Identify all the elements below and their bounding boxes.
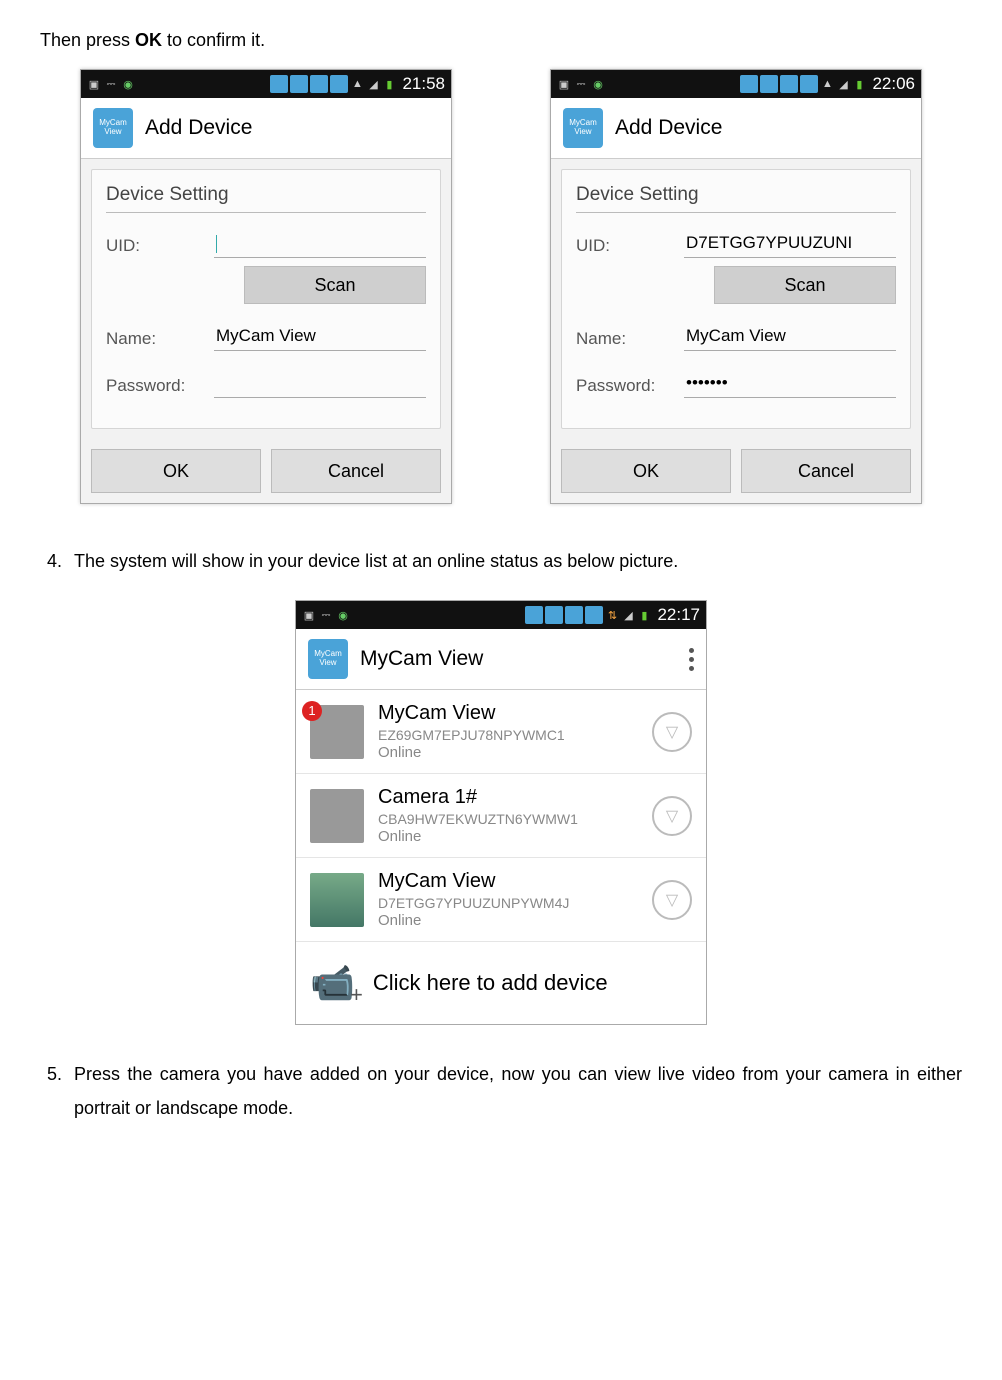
data-icon: ⇅ bbox=[605, 608, 619, 622]
add-device-label: Click here to add device bbox=[373, 970, 608, 996]
password-label: Password: bbox=[106, 376, 200, 396]
camera-thumbnail bbox=[310, 789, 364, 843]
add-device-row[interactable]: 📹+ Click here to add device bbox=[296, 942, 706, 1024]
status-time: 21:58 bbox=[402, 74, 445, 94]
expand-icon[interactable]: ▽ bbox=[652, 880, 692, 920]
device-name: MyCam View bbox=[378, 870, 638, 893]
status-time: 22:17 bbox=[657, 605, 700, 625]
ok-button[interactable]: OK bbox=[561, 449, 731, 493]
expand-icon: ▣ bbox=[302, 608, 316, 622]
cancel-button[interactable]: Cancel bbox=[271, 449, 441, 493]
recent-apps bbox=[270, 75, 348, 93]
name-label: Name: bbox=[106, 329, 200, 349]
device-name: MyCam View bbox=[378, 702, 638, 725]
title-bar: MyCamView Add Device bbox=[551, 98, 921, 159]
status-time: 22:06 bbox=[872, 74, 915, 94]
password-input[interactable]: ••••••• bbox=[684, 373, 896, 398]
device-row[interactable]: MyCam View D7ETGG7YPUUZUNPYWM4J Online ▽ bbox=[296, 858, 706, 942]
device-setting-panel: Device Setting UID: D7ETGG7YPUUZUNI Scan… bbox=[561, 169, 911, 429]
usb-icon: ⎓ bbox=[104, 77, 118, 91]
wifi-icon: ▲ bbox=[820, 77, 834, 91]
expand-icon: ▣ bbox=[557, 77, 571, 91]
app-icon: MyCamView bbox=[308, 639, 348, 679]
screen-title: Add Device bbox=[145, 116, 252, 140]
title-bar: MyCamView Add Device bbox=[81, 98, 451, 159]
camera-thumbnail: 1 bbox=[310, 705, 364, 759]
device-name: Camera 1# bbox=[378, 786, 638, 809]
app-icon: MyCamView bbox=[93, 108, 133, 148]
battery-icon: ▮ bbox=[382, 77, 396, 91]
recent-apps bbox=[740, 75, 818, 93]
menu-icon[interactable] bbox=[689, 648, 694, 671]
status-bar: ▣ ⎓ ◉ ⇅ ◢ ▮ 22:17 bbox=[296, 601, 706, 629]
device-uid: EZ69GM7EPJU78NPYWMC1 bbox=[378, 727, 638, 743]
name-label: Name: bbox=[576, 329, 670, 349]
battery-icon: ▮ bbox=[637, 608, 651, 622]
signal-icon: ◢ bbox=[366, 77, 380, 91]
device-uid: D7ETGG7YPUUZUNPYWM4J bbox=[378, 895, 638, 911]
sync-icon: ◉ bbox=[336, 608, 350, 622]
uid-input[interactable]: D7ETGG7YPUUZUNI bbox=[684, 233, 896, 258]
add-camera-icon: 📹+ bbox=[310, 962, 355, 1004]
divider bbox=[576, 212, 896, 213]
status-bar: ▣ ⎓ ◉ ▲ ◢ ▮ 21:58 bbox=[81, 70, 451, 98]
panel-title: Device Setting bbox=[576, 184, 896, 206]
device-status: Online bbox=[378, 828, 638, 845]
wifi-icon: ▲ bbox=[350, 77, 364, 91]
expand-icon: ▣ bbox=[87, 77, 101, 91]
device-uid: CBA9HW7EKWUZTN6YWMW1 bbox=[378, 811, 638, 827]
password-label: Password: bbox=[576, 376, 670, 396]
expand-icon[interactable]: ▽ bbox=[652, 796, 692, 836]
uid-label: UID: bbox=[576, 236, 670, 256]
uid-label: UID: bbox=[106, 236, 200, 256]
screen-title: MyCam View bbox=[360, 647, 483, 671]
panel-title: Device Setting bbox=[106, 184, 426, 206]
scan-button[interactable]: Scan bbox=[714, 266, 896, 304]
step-4: 4. The system will show in your device l… bbox=[40, 544, 962, 578]
signal-icon: ◢ bbox=[621, 608, 635, 622]
title-bar: MyCamView MyCam View bbox=[296, 629, 706, 690]
device-status: Online bbox=[378, 744, 638, 761]
ok-button[interactable]: OK bbox=[91, 449, 261, 493]
step-5: 5. Press the camera you have added on yo… bbox=[40, 1057, 962, 1125]
phone-screen-list: ▣ ⎓ ◉ ⇅ ◢ ▮ 22:17 MyCamView MyCam View 1… bbox=[295, 600, 707, 1025]
divider bbox=[106, 212, 426, 213]
scan-button[interactable]: Scan bbox=[244, 266, 426, 304]
usb-icon: ⎓ bbox=[574, 77, 588, 91]
app-icon: MyCamView bbox=[563, 108, 603, 148]
intro-text: Then press OK to confirm it. bbox=[40, 30, 962, 51]
uid-input[interactable] bbox=[214, 233, 426, 258]
expand-icon[interactable]: ▽ bbox=[652, 712, 692, 752]
cancel-button[interactable]: Cancel bbox=[741, 449, 911, 493]
device-setting-panel: Device Setting UID: Scan Name: MyCam Vie… bbox=[91, 169, 441, 429]
device-status: Online bbox=[378, 912, 638, 929]
phone-screen-right: ▣ ⎓ ◉ ▲ ◢ ▮ 22:06 MyCamView Add Device D… bbox=[550, 69, 922, 504]
name-input[interactable]: MyCam View bbox=[684, 326, 896, 351]
usb-icon: ⎓ bbox=[319, 608, 333, 622]
battery-icon: ▮ bbox=[852, 77, 866, 91]
screen-title: Add Device bbox=[615, 116, 722, 140]
camera-thumbnail bbox=[310, 873, 364, 927]
phone-screen-left: ▣ ⎓ ◉ ▲ ◢ ▮ 21:58 MyCamView Add Device D… bbox=[80, 69, 452, 504]
recent-apps bbox=[525, 606, 603, 624]
sync-icon: ◉ bbox=[121, 77, 135, 91]
device-row[interactable]: 1 MyCam View EZ69GM7EPJU78NPYWMC1 Online… bbox=[296, 690, 706, 774]
device-row[interactable]: Camera 1# CBA9HW7EKWUZTN6YWMW1 Online ▽ bbox=[296, 774, 706, 858]
notification-badge: 1 bbox=[302, 701, 322, 721]
signal-icon: ◢ bbox=[836, 77, 850, 91]
status-bar: ▣ ⎓ ◉ ▲ ◢ ▮ 22:06 bbox=[551, 70, 921, 98]
name-input[interactable]: MyCam View bbox=[214, 326, 426, 351]
password-input[interactable] bbox=[214, 373, 426, 398]
sync-icon: ◉ bbox=[591, 77, 605, 91]
